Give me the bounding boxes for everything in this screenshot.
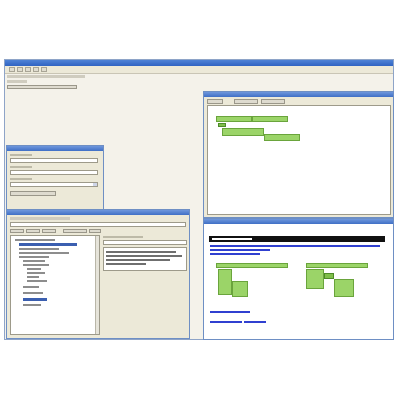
tree-item[interactable]: [19, 256, 49, 258]
detail-text-area[interactable]: [103, 247, 187, 271]
diagram-node-handle[interactable]: [218, 123, 226, 127]
menu-item[interactable]: [9, 67, 15, 72]
preview-panel: [203, 218, 394, 340]
preview-link[interactable]: [210, 253, 260, 255]
preview-node: [232, 281, 248, 297]
diagram-node[interactable]: [264, 134, 300, 141]
chevron-down-icon[interactable]: [93, 183, 97, 186]
preview-node: [306, 269, 324, 289]
diagram-tab[interactable]: [207, 99, 223, 104]
properties-panel: [6, 145, 104, 215]
main-window: [4, 59, 394, 340]
detail-label: [103, 236, 143, 238]
tree-item[interactable]: [27, 276, 39, 278]
tree-item[interactable]: [23, 260, 45, 262]
preview-node: [324, 273, 334, 279]
toolbar-row: [7, 80, 27, 83]
preview-node: [218, 269, 232, 295]
tree-filter-field[interactable]: [10, 222, 186, 227]
toolbar-field[interactable]: [7, 85, 77, 89]
preview-heading-text: [212, 238, 252, 240]
tree-item[interactable]: [19, 248, 59, 250]
diagram-canvas[interactable]: [207, 105, 391, 215]
property-dropdown[interactable]: [10, 182, 98, 187]
tree-view[interactable]: [10, 235, 100, 335]
preview-link[interactable]: [210, 245, 380, 247]
tree-item[interactable]: [19, 252, 69, 254]
tree-toolbar-button[interactable]: [10, 229, 24, 233]
tree-item[interactable]: [27, 268, 41, 270]
tree-item[interactable]: [27, 280, 47, 282]
diagram-tab[interactable]: [261, 99, 285, 104]
diagram-node[interactable]: [222, 128, 264, 136]
detail-field[interactable]: [103, 240, 187, 245]
tree-toolbar-button[interactable]: [89, 229, 101, 233]
menu-item[interactable]: [25, 67, 31, 72]
menu-item[interactable]: [41, 67, 47, 72]
preview-node: [334, 279, 354, 297]
tree-toolbar-button[interactable]: [42, 229, 56, 233]
preview-link[interactable]: [244, 321, 266, 323]
toolbar-row: [7, 75, 85, 78]
tree-panel: [6, 209, 190, 339]
preview-node: [216, 263, 288, 268]
properties-panel-title-bar[interactable]: [7, 146, 103, 151]
preview-link[interactable]: [210, 321, 242, 323]
field-label: [10, 154, 32, 156]
diagram-tab[interactable]: [234, 99, 258, 104]
tree-item[interactable]: [15, 239, 55, 241]
detail-text-line: [106, 259, 170, 261]
menu-item[interactable]: [17, 67, 23, 72]
diagram-panel-title-bar[interactable]: [204, 92, 393, 97]
tree-item[interactable]: [23, 292, 43, 294]
tree-item-selected[interactable]: [19, 243, 77, 246]
menu-item[interactable]: [33, 67, 39, 72]
tree-item[interactable]: [23, 264, 49, 266]
detail-text-line: [106, 251, 176, 253]
tree-panel-subtitle: [10, 217, 70, 220]
property-button[interactable]: [10, 191, 56, 196]
field-label: [10, 178, 32, 180]
preview-link[interactable]: [210, 311, 250, 313]
tree-item[interactable]: [23, 304, 41, 306]
detail-text-line: [106, 263, 146, 265]
diagram-panel: [203, 91, 394, 218]
tree-item-selected[interactable]: [23, 298, 47, 301]
menu-bar: [5, 66, 393, 74]
preview-link[interactable]: [210, 249, 270, 251]
tree-panel-title-bar[interactable]: [7, 210, 189, 215]
diagram-node[interactable]: [252, 116, 288, 122]
tree-item[interactable]: [27, 272, 45, 274]
tree-item[interactable]: [23, 286, 39, 288]
tree-scrollbar[interactable]: [95, 236, 99, 334]
detail-text-line: [106, 255, 182, 257]
preview-node: [306, 263, 368, 268]
diagram-node[interactable]: [216, 116, 252, 122]
preview-heading-bar: [209, 236, 385, 242]
property-field[interactable]: [10, 170, 98, 175]
preview-panel-title-bar[interactable]: [204, 219, 393, 224]
tree-toolbar-button[interactable]: [63, 229, 87, 233]
tree-toolbar-button[interactable]: [26, 229, 40, 233]
property-field[interactable]: [10, 158, 98, 163]
field-label: [10, 166, 32, 168]
